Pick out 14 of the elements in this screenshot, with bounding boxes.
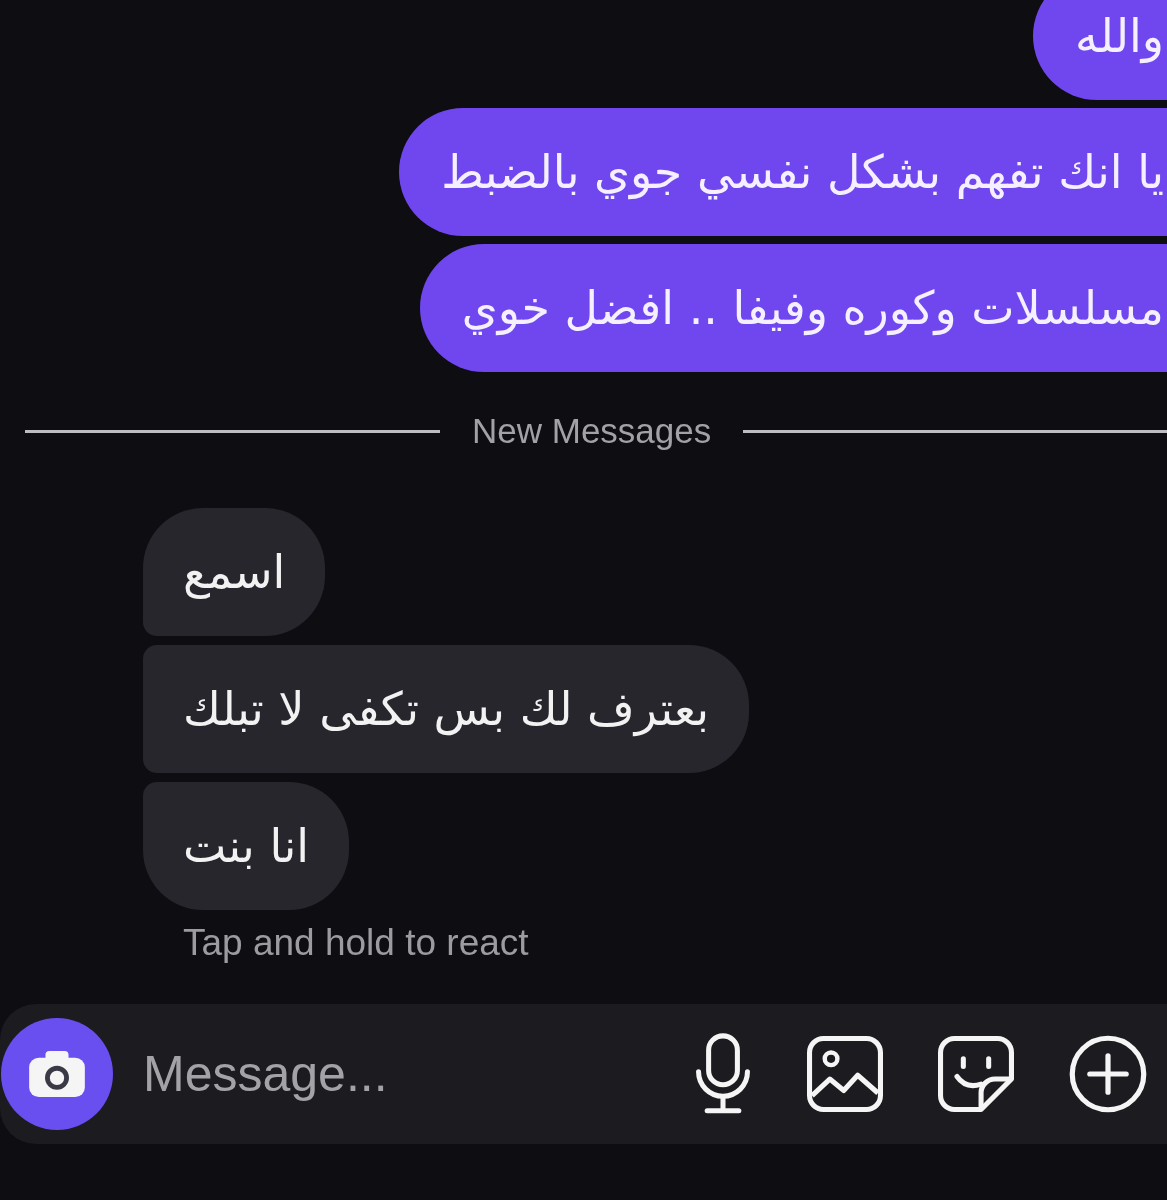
sent-message-bubble: مسلسلات وكوره وفيفا .. افضل خوي bbox=[419, 244, 1167, 372]
sent-message-bubble: والله bbox=[1033, 0, 1167, 100]
new-messages-divider-label: New Messages bbox=[472, 411, 712, 451]
microphone-icon[interactable] bbox=[694, 1033, 752, 1115]
image-icon[interactable] bbox=[807, 1036, 883, 1112]
add-icon[interactable] bbox=[1069, 1035, 1147, 1113]
camera-icon bbox=[28, 1050, 86, 1098]
sticker-icon[interactable] bbox=[938, 1036, 1014, 1112]
received-message-bubble: بعترف لك بس تكفى لا تبلك bbox=[143, 645, 749, 773]
received-message-bubble: انا بنت bbox=[143, 782, 350, 910]
message-input[interactable]: Message... bbox=[143, 1036, 664, 1112]
react-hint-text: Tap and hold to react bbox=[183, 922, 529, 964]
sent-message-bubble: يا انك تفهم بشكل نفسي جوي بالضبط bbox=[399, 108, 1167, 236]
received-message-bubble: اسمع bbox=[143, 508, 326, 636]
